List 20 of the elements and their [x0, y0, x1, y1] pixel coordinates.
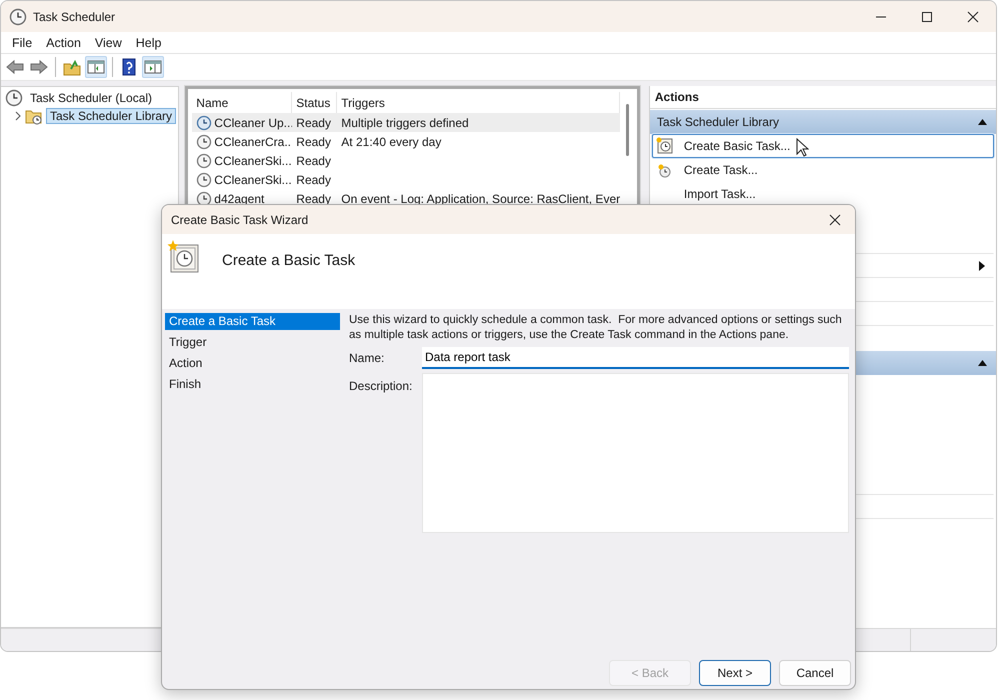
section-title: Task Scheduler Library — [656, 115, 779, 129]
table-cell: d42agent — [214, 192, 264, 206]
table-cell: CCleanerSki... — [214, 154, 292, 168]
table-cell: CCleanerSki... — [214, 172, 292, 186]
dialog-heading: Create a Basic Task — [222, 252, 356, 269]
table-cell: At 21:40 every day — [341, 134, 442, 148]
table-cell: CCleanerCra... — [214, 134, 292, 148]
field-label: Description: — [349, 378, 414, 395]
dialog-title: Create Basic Task Wizard — [171, 212, 308, 226]
table-cell: Ready — [296, 172, 331, 186]
table-cell: Ready — [296, 116, 331, 130]
table-cell: Multiple triggers defined — [341, 116, 469, 130]
intro-text: Use this wizard to quickly schedule a common task. For more advanced options or settings such as multiple task actions or triggers, use the Create Task command in the Actions pane. — [349, 313, 843, 343]
window-title: Task Scheduler — [33, 10, 116, 24]
table-cell: Ready — [296, 134, 331, 148]
table-cell: Ready — [296, 154, 331, 168]
field-label: Name: — [349, 350, 386, 367]
actions-heading: Actions — [650, 86, 996, 109]
table-cell: CCleaner Up... — [214, 116, 292, 130]
table-cell: Ready — [296, 192, 331, 206]
